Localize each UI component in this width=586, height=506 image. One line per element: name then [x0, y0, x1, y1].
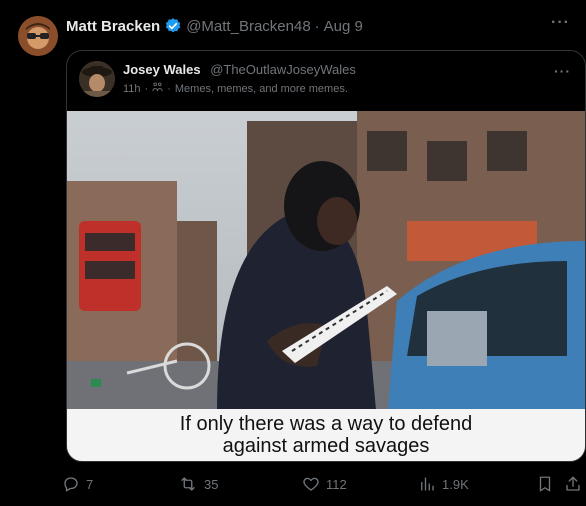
tweet-actions: 7 35 112 1.9K	[62, 472, 582, 496]
repost-button[interactable]: 35	[178, 472, 218, 496]
bookmark-button[interactable]	[536, 472, 554, 496]
more-options-icon[interactable]: ···	[551, 14, 570, 32]
reply-icon	[62, 475, 80, 493]
separator-dot: ·	[314, 17, 320, 35]
quoted-separator: ·	[144, 83, 149, 95]
reply-button[interactable]: 7	[62, 472, 93, 496]
quoted-author-handle[interactable]: @TheOutlawJoseyWales	[210, 62, 356, 77]
like-count: 112	[326, 476, 347, 492]
author-avatar[interactable]	[18, 16, 58, 56]
repost-count: 35	[204, 476, 219, 492]
views-count: 1.9K	[442, 476, 469, 492]
share-button[interactable]	[564, 472, 582, 496]
author-handle[interactable]: @Matt_Bracken48	[186, 18, 310, 35]
quoted-subline: 11h · · Memes, memes, and more memes.	[123, 82, 348, 96]
quoted-tweet[interactable]: Josey Wales @TheOutlawJoseyWales 11h · ·…	[66, 50, 586, 462]
repost-icon	[178, 475, 198, 493]
share-icon	[564, 475, 582, 493]
quoted-image[interactable]: If only there was a way to defend agains…	[67, 111, 585, 461]
quoted-separator: ·	[167, 83, 171, 95]
tweet-date[interactable]: Aug 9	[324, 18, 363, 35]
like-button[interactable]: 112	[302, 472, 347, 496]
caption-line-1: If only there was a way to defend	[179, 413, 473, 435]
quoted-author-name[interactable]: Josey Wales	[123, 62, 201, 77]
image-caption: If only there was a way to defend agains…	[67, 409, 585, 461]
quoted-author-avatar[interactable]	[79, 61, 115, 97]
community-name[interactable]: Memes, memes, and more memes.	[175, 83, 348, 95]
bookmark-icon	[536, 475, 554, 493]
author-name[interactable]: Matt Bracken	[66, 18, 160, 35]
reply-count: 7	[86, 476, 94, 492]
views-chart-icon	[418, 475, 436, 493]
views-button[interactable]: 1.9K	[418, 472, 469, 496]
heart-icon	[302, 475, 320, 493]
quoted-more-icon[interactable]: ···	[554, 63, 571, 79]
verified-badge-icon[interactable]	[164, 17, 182, 35]
tweet-header: Matt Bracken @Matt_Bracken48 · Aug 9	[66, 16, 363, 36]
quoted-time[interactable]: 11h	[123, 83, 141, 95]
caption-line-2: against armed savages	[222, 435, 430, 457]
quoted-header: Josey Wales @TheOutlawJoseyWales	[123, 62, 356, 77]
community-icon	[152, 82, 163, 96]
